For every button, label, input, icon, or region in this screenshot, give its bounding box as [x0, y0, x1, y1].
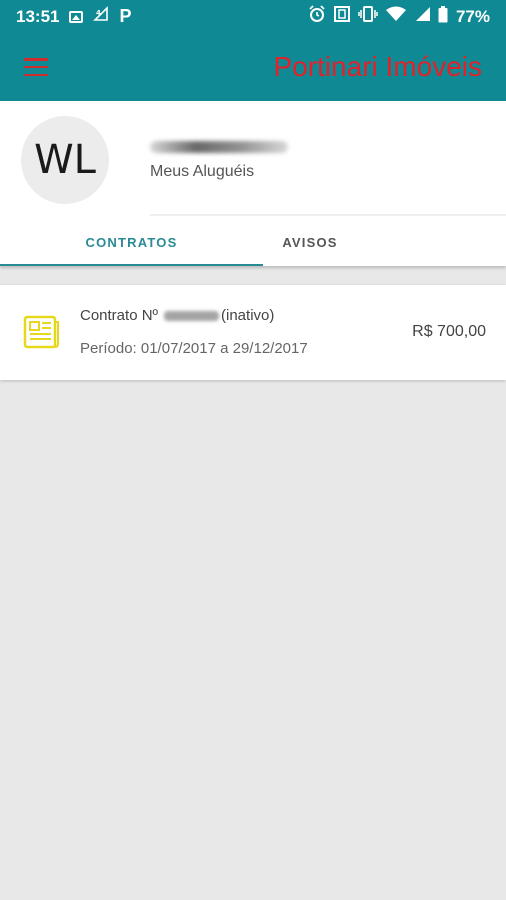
status-bar: 13:51 4 P 77% [0, 0, 506, 33]
vibrate-icon [358, 6, 378, 27]
image-icon [69, 10, 84, 23]
status-time: 13:51 [16, 6, 60, 26]
divider [150, 214, 506, 216]
avatar: WL [21, 116, 109, 204]
tab-bar: CONTRATOS AVISOS [0, 219, 506, 266]
redacted-user-name [150, 141, 288, 153]
app-bar: Portinari Imóveis [0, 33, 506, 101]
nfc-icon [333, 6, 350, 27]
contract-card[interactable]: Contrato Nº (inativo) Período: 01/07/201… [0, 285, 506, 380]
battery-level: 77% [455, 6, 490, 26]
contract-period: Período: 01/07/2017 a 29/12/2017 [80, 340, 308, 357]
profile-subtitle: Meus Aluguéis [150, 163, 255, 180]
contract-status: (inativo) [221, 307, 275, 324]
battery-icon [438, 5, 448, 28]
contract-number: Contrato Nº (inativo) [80, 307, 274, 324]
contract-price: R$ 700,00 [412, 323, 486, 340]
svg-text:4: 4 [96, 9, 101, 17]
redacted-contract-number [164, 310, 220, 321]
profile-header: WL Meus Aluguéis CONTRATOS AVISOS [0, 101, 506, 266]
tab-contratos[interactable]: CONTRATOS [0, 219, 263, 266]
signal-4g-icon: 4 [93, 6, 109, 27]
cell-signal-icon [414, 6, 430, 27]
wifi-icon [385, 6, 406, 27]
contract-label: Contrato Nº [80, 307, 159, 324]
alarm-icon [308, 5, 326, 28]
tab-avisos[interactable]: AVISOS [263, 219, 357, 266]
document-icon [23, 314, 59, 350]
hamburger-menu-icon[interactable] [24, 58, 48, 76]
app-title: Portinari Imóveis [273, 51, 482, 82]
p-app-icon: P [119, 6, 132, 26]
